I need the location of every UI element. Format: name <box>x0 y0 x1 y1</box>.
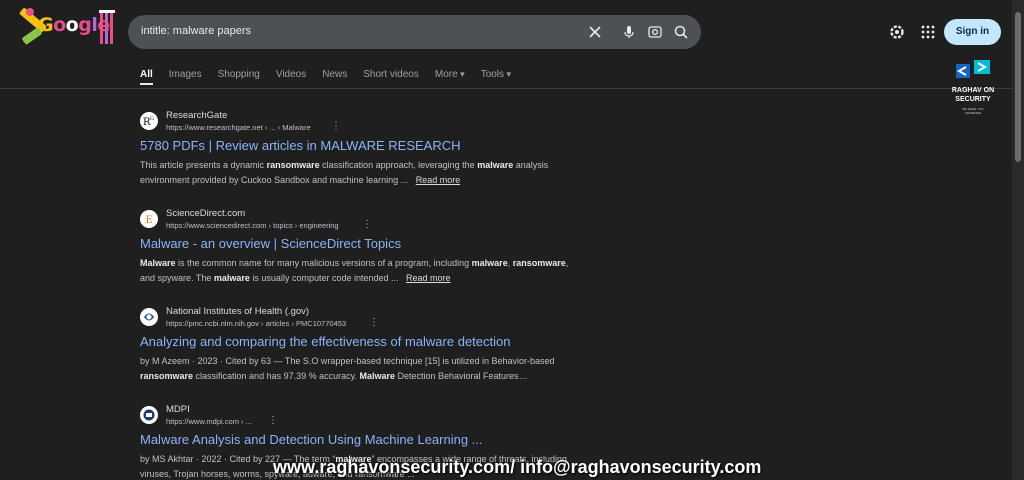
result-title-link[interactable]: Malware Analysis and Detection Using Mac… <box>140 432 483 447</box>
header-divider <box>0 88 1012 89</box>
brand-chevrons-icon <box>956 60 990 78</box>
top-bar: Google intitle: malware papers Sign in <box>0 0 1024 62</box>
elsevier-icon: E <box>141 211 157 227</box>
result-site-name[interactable]: MDPI <box>166 404 190 415</box>
raghav-on-security-logo: RAGHAV ON SECURITY WE MAKE YOU INFORMED <box>944 58 1002 120</box>
mdpi-icon <box>141 407 157 423</box>
more-options-icon[interactable]: ⋮ <box>369 317 379 328</box>
tab-all[interactable]: All <box>140 69 153 85</box>
logo-wordmark: Google <box>38 14 110 36</box>
brand-name: RAGHAV ON SECURITY <box>951 87 995 103</box>
result-snippet: by M Azeem · 2023 · Cited by 63 — The S.… <box>140 354 580 384</box>
result-url[interactable]: https://www.mdpi.com › ... <box>166 417 252 426</box>
nih-favicon[interactable] <box>140 308 158 326</box>
result-url[interactable]: https://www.sciencedirect.com › topics ›… <box>166 221 339 230</box>
snippet-text: by M Azeem · 2023 · Cited by 63 — The S.… <box>140 356 555 381</box>
mdpi-favicon[interactable] <box>140 406 158 424</box>
search-icon[interactable] <box>673 24 689 40</box>
search-tabs: All Images Shopping Videos News Short vi… <box>140 69 527 85</box>
tab-news[interactable]: News <box>322 69 347 83</box>
researchgate-favicon[interactable]: R G <box>140 112 158 130</box>
svg-text:E: E <box>146 215 153 226</box>
google-doodle-logo[interactable]: Google <box>16 6 120 50</box>
nih-icon <box>141 309 157 325</box>
website-watermark: www.raghavonsecurity.com/ info@raghavons… <box>273 457 762 477</box>
result-url[interactable]: https://pmc.ncbi.nlm.nih.gov › articles … <box>166 319 346 328</box>
tab-short-videos[interactable]: Short videos <box>363 69 419 83</box>
result-site-name[interactable]: National Institutes of Health (.gov) <box>166 306 309 317</box>
result-url[interactable]: https://www.researchgate.net › ... › Mal… <box>166 123 311 132</box>
result-site-name[interactable]: ResearchGate <box>166 110 227 121</box>
sciencedirect-favicon[interactable]: E <box>140 210 158 228</box>
more-options-icon[interactable]: ⋮ <box>362 219 372 230</box>
result-snippet: This article presents a dynamic ransomwa… <box>140 158 580 188</box>
search-box[interactable]: intitle: malware papers <box>128 15 701 49</box>
more-options-icon[interactable]: ⋮ <box>331 121 341 132</box>
tab-shopping[interactable]: Shopping <box>218 69 260 83</box>
read-more-link[interactable]: Read more <box>406 273 451 283</box>
tab-images[interactable]: Images <box>169 69 202 83</box>
snippet-text: This article presents a dynamic ransomwa… <box>140 160 549 185</box>
apps-grid-icon[interactable] <box>921 25 935 39</box>
tab-videos[interactable]: Videos <box>276 69 306 83</box>
result-snippet: Malware is the common name for many mali… <box>140 256 580 286</box>
more-options-icon[interactable]: ⋮ <box>268 415 278 426</box>
result-site-name[interactable]: ScienceDirect.com <box>166 208 245 219</box>
snippet-text: Malware is the common name for many mali… <box>140 258 569 283</box>
tab-tools[interactable]: Tools <box>481 69 511 83</box>
search-input[interactable]: intitle: malware papers <box>141 25 251 37</box>
clear-icon[interactable] <box>587 24 603 40</box>
scrollbar-thumb[interactable] <box>1015 12 1021 162</box>
result-title-link[interactable]: Analyzing and comparing the effectivenes… <box>140 334 510 349</box>
brand-tagline: WE MAKE YOU INFORMED <box>962 107 984 115</box>
tab-more[interactable]: More <box>435 69 465 83</box>
settings-gear-icon[interactable] <box>888 23 906 41</box>
result-title-link[interactable]: Malware - an overview | ScienceDirect To… <box>140 236 401 251</box>
sign-in-button[interactable]: Sign in <box>944 19 1001 45</box>
researchgate-icon: R G <box>143 116 154 128</box>
microphone-icon[interactable] <box>621 24 637 40</box>
read-more-link[interactable]: Read more <box>416 175 461 185</box>
lens-icon[interactable] <box>647 24 663 40</box>
result-title-link[interactable]: 5780 PDFs | Review articles in MALWARE R… <box>140 138 461 153</box>
svg-text:G: G <box>150 116 154 122</box>
